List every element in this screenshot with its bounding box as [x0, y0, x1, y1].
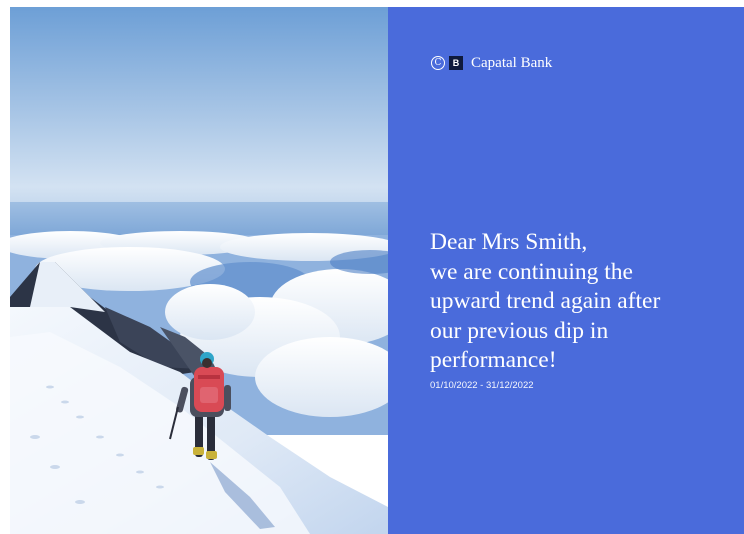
report-period: 01/10/2022 - 31/12/2022: [430, 380, 534, 391]
brand-name: Capatal Bank: [471, 55, 553, 71]
message-line: performance!: [430, 347, 557, 373]
greeting-message: Dear Mrs Smith, we are continuing the up…: [430, 228, 730, 376]
logo-square-mark: B: [449, 56, 463, 70]
info-panel: C B Capatal Bank Dear Mrs Smith, we are …: [388, 7, 744, 534]
report-cover: C B Capatal Bank Dear Mrs Smith, we are …: [10, 7, 744, 534]
message-line: our previous dip in: [430, 317, 609, 344]
brand-logo: C B Capatal Bank: [431, 55, 552, 71]
message-line: Dear Mrs Smith,: [430, 229, 588, 255]
logo-circle-mark: C: [431, 56, 445, 70]
cover-photo: [10, 7, 388, 534]
message-line: we are continuing the: [430, 258, 633, 285]
message-line: upward trend again after: [430, 288, 661, 314]
